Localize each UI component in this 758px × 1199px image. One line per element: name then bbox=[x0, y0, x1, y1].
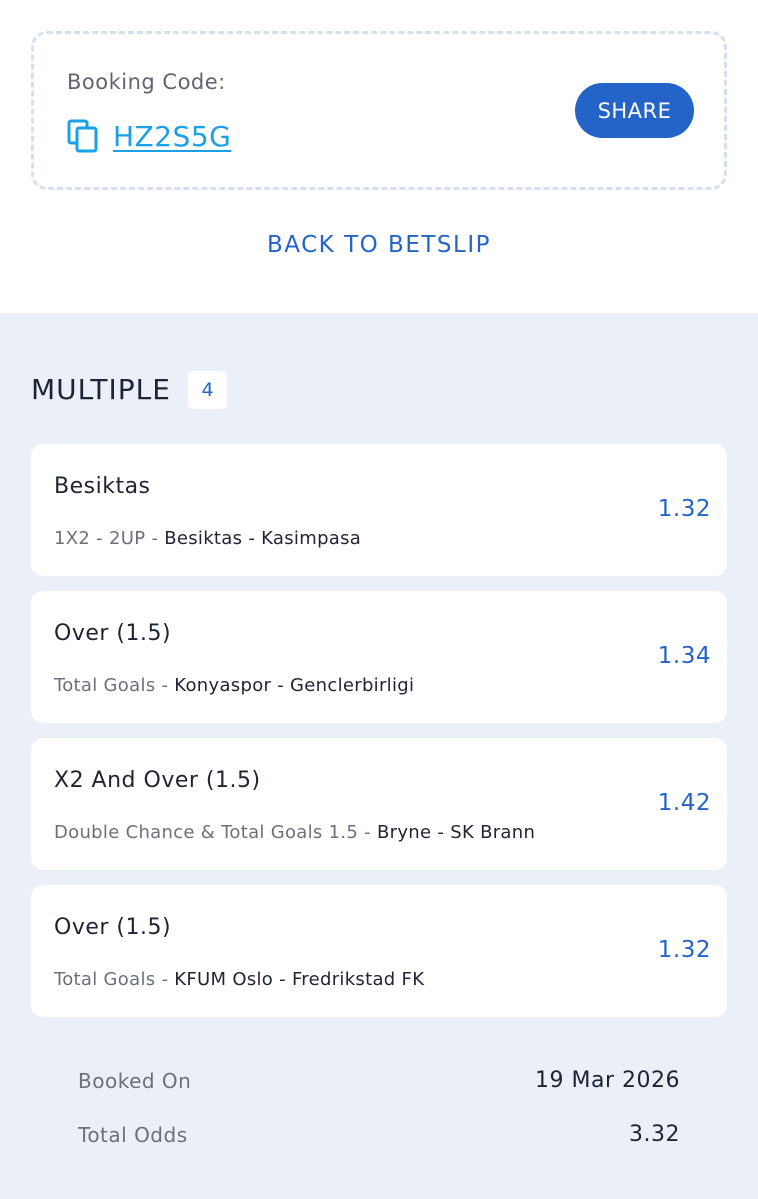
bet-odds: 1.42 bbox=[657, 790, 711, 816]
share-button[interactable]: SHARE bbox=[575, 83, 694, 138]
bet-detail: Double Chance & Total Goals 1.5 - Bryne … bbox=[54, 822, 536, 843]
bet-detail: 1X2 - 2UP - Besiktas - Kasimpasa bbox=[54, 528, 362, 549]
bet-card: Besiktas 1X2 - 2UP - Besiktas - Kasimpas… bbox=[31, 444, 727, 576]
booking-code-row[interactable]: HZ2S5G bbox=[67, 118, 231, 154]
bet-match: Bryne - SK Brann bbox=[377, 822, 536, 843]
bet-card: Over (1.5) Total Goals - Konyaspor - Gen… bbox=[31, 591, 727, 723]
bet-card: Over (1.5) Total Goals - KFUM Oslo - Fre… bbox=[31, 885, 727, 1017]
bet-market: Total Goals bbox=[54, 969, 156, 990]
betslip-panel: MULTIPLE 4 Besiktas 1X2 - 2UP - Besiktas… bbox=[0, 313, 758, 1199]
total-odds-label: Total Odds bbox=[78, 1123, 188, 1147]
bet-card: X2 And Over (1.5) Double Chance & Total … bbox=[31, 738, 727, 870]
booking-header: Booking Code: HZ2S5G SHARE BACK TO BETSL… bbox=[0, 0, 758, 313]
bet-market: Double Chance & Total Goals 1.5 bbox=[54, 822, 359, 843]
back-to-betslip-link[interactable]: BACK TO BETSLIP bbox=[0, 232, 758, 258]
bet-match: Konyaspor - Genclerbirligi bbox=[174, 675, 415, 696]
bet-market: Total Goals bbox=[54, 675, 156, 696]
booking-code-label: Booking Code: bbox=[67, 70, 226, 94]
bet-match: KFUM Oslo - Fredrikstad FK bbox=[174, 969, 425, 990]
bet-selection: X2 And Over (1.5) bbox=[54, 768, 261, 793]
booking-code-link[interactable]: HZ2S5G bbox=[113, 120, 231, 153]
booked-on-value: 19 Mar 2026 bbox=[535, 1068, 680, 1093]
copy-icon[interactable] bbox=[67, 119, 99, 153]
booking-code-panel: Booking Code: HZ2S5G SHARE bbox=[31, 31, 727, 190]
bet-odds: 1.32 bbox=[657, 496, 711, 522]
selection-count-badge: 4 bbox=[188, 371, 227, 409]
bet-market: 1X2 - 2UP bbox=[54, 528, 146, 549]
bet-odds: 1.32 bbox=[657, 937, 711, 963]
bet-type-title: MULTIPLE bbox=[31, 373, 171, 406]
bet-odds: 1.34 bbox=[657, 643, 711, 669]
bet-match: Besiktas - Kasimpasa bbox=[164, 528, 362, 549]
bet-detail: Total Goals - Konyaspor - Genclerbirligi bbox=[54, 675, 415, 696]
bet-selection: Over (1.5) bbox=[54, 621, 172, 646]
total-odds-value: 3.32 bbox=[629, 1122, 680, 1147]
bet-selection: Besiktas bbox=[54, 474, 151, 499]
bet-detail: Total Goals - KFUM Oslo - Fredrikstad FK bbox=[54, 969, 425, 990]
booked-on-label: Booked On bbox=[78, 1069, 192, 1093]
bet-selection: Over (1.5) bbox=[54, 915, 172, 940]
